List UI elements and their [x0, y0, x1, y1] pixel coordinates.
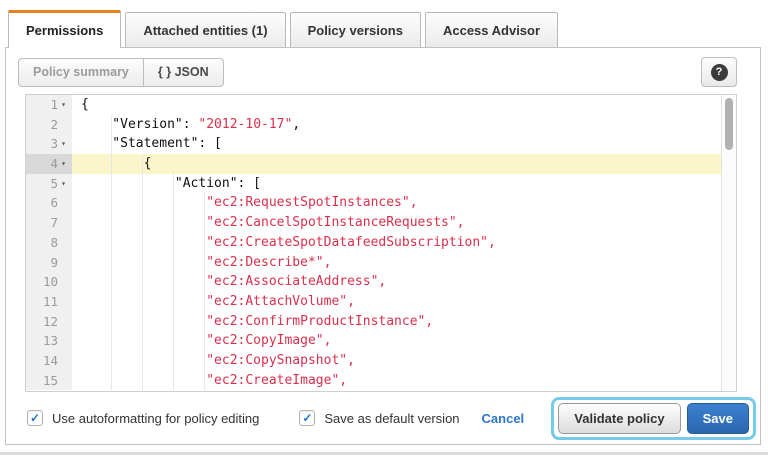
code-line[interactable]: 5▾"Action": [	[26, 174, 736, 194]
code-line-text: "ec2:Describe*",	[72, 253, 736, 273]
line-number[interactable]: 1▾	[26, 95, 72, 115]
line-number[interactable]: 13	[26, 331, 72, 351]
checkbox-checked-icon[interactable]: ✓	[27, 410, 43, 426]
fold-arrow-icon[interactable]: ▾	[58, 95, 69, 115]
code-line-text: "ec2:CopyImage",	[72, 331, 736, 351]
code-line-text: "Statement": [	[72, 134, 736, 154]
autoformat-label: Use autoformatting for policy editing	[52, 411, 259, 426]
fold-arrow-icon[interactable]: ▾	[58, 174, 69, 194]
policy-editor-page: PermissionsAttached entities (1)Policy v…	[0, 0, 768, 460]
tab-bar: PermissionsAttached entities (1)Policy v…	[8, 10, 558, 48]
code-line[interactable]: 14"ec2:CopySnapshot",	[26, 351, 736, 371]
line-number[interactable]: 2	[26, 115, 72, 135]
code-line-text: "ec2:AssociateAddress",	[72, 272, 736, 292]
line-number[interactable]: 15	[26, 371, 72, 391]
code-line-text: "ec2:ConfirmProductInstance",	[72, 312, 736, 332]
checkbox-checked-icon[interactable]: ✓	[299, 410, 315, 426]
tab-attached-entities-1[interactable]: Attached entities (1)	[125, 12, 285, 47]
code-line-text: "ec2:CopySnapshot",	[72, 351, 736, 371]
policy-panel: Policy summary { } JSON ? 1▾{2"Version":…	[5, 47, 761, 445]
code-line-text: "ec2:RequestSpotInstances",	[72, 193, 736, 213]
line-number[interactable]: 14	[26, 351, 72, 371]
tab-permissions[interactable]: Permissions	[8, 10, 121, 48]
line-number[interactable]: 7	[26, 213, 72, 233]
code-line[interactable]: 8"ec2:CreateSpotDatafeedSubscription",	[26, 233, 736, 253]
view-toggle-group: Policy summary { } JSON	[18, 58, 224, 87]
page-divider	[0, 452, 768, 455]
tab-access-advisor[interactable]: Access Advisor	[425, 12, 558, 47]
editor-toolbar: Policy summary { } JSON ?	[6, 48, 760, 94]
line-number[interactable]: 3▾	[26, 134, 72, 154]
line-number[interactable]: 12	[26, 312, 72, 332]
code-line-text: {	[72, 95, 736, 115]
line-number[interactable]: 11	[26, 292, 72, 312]
code-line[interactable]: 6"ec2:RequestSpotInstances",	[26, 193, 736, 213]
autoformat-checkbox-row[interactable]: ✓ Use autoformatting for policy editing	[27, 410, 259, 426]
help-button[interactable]: ?	[701, 57, 737, 87]
validate-policy-button[interactable]: Validate policy	[558, 403, 680, 434]
cancel-link[interactable]: Cancel	[482, 411, 525, 426]
line-number[interactable]: 5▾	[26, 174, 72, 194]
code-line-text: {	[72, 154, 736, 174]
code-line[interactable]: 15"ec2:CreateImage",	[26, 371, 736, 391]
editor-scrollbar[interactable]	[721, 95, 736, 391]
line-number[interactable]: 9	[26, 253, 72, 273]
code-line[interactable]: 4▾{	[26, 154, 736, 174]
tab-policy-versions[interactable]: Policy versions	[290, 12, 421, 47]
fold-arrow-icon[interactable]: ▾	[58, 134, 69, 154]
json-view-button[interactable]: { } JSON	[144, 58, 224, 87]
code-line-text: "ec2:CreateImage",	[72, 371, 736, 391]
question-mark-icon: ?	[711, 64, 728, 81]
line-number[interactable]: 8	[26, 233, 72, 253]
code-line[interactable]: 1▾{	[26, 95, 736, 115]
code-line[interactable]: 2"Version": "2012-10-17",	[26, 115, 736, 135]
code-line[interactable]: 9"ec2:Describe*",	[26, 253, 736, 273]
code-line-text: "ec2:CancelSpotInstanceRequests",	[72, 213, 736, 233]
code-line[interactable]: 13"ec2:CopyImage",	[26, 331, 736, 351]
code-line[interactable]: 11"ec2:AttachVolume",	[26, 292, 736, 312]
code-line-text: "Action": [	[72, 174, 736, 194]
fold-arrow-icon[interactable]: ▾	[58, 154, 69, 174]
default-version-checkbox-row[interactable]: ✓ Save as default version	[299, 410, 459, 426]
code-lines: 1▾{2"Version": "2012-10-17",3▾"Statement…	[26, 95, 736, 390]
code-line-text: "Version": "2012-10-17",	[72, 115, 736, 135]
editor-footer: ✓ Use autoformatting for policy editing …	[6, 392, 760, 444]
line-number[interactable]: 6	[26, 193, 72, 213]
line-number[interactable]: 4▾	[26, 154, 72, 174]
scrollbar-thumb[interactable]	[725, 98, 733, 150]
code-line[interactable]: 12"ec2:ConfirmProductInstance",	[26, 312, 736, 332]
code-line[interactable]: 7"ec2:CancelSpotInstanceRequests",	[26, 213, 736, 233]
save-button[interactable]: Save	[687, 403, 749, 434]
policy-code-editor[interactable]: 1▾{2"Version": "2012-10-17",3▾"Statement…	[25, 94, 737, 392]
default-version-label: Save as default version	[324, 411, 459, 426]
policy-summary-button[interactable]: Policy summary	[18, 58, 144, 87]
action-buttons-focus-group: Validate policy Save	[551, 397, 756, 440]
code-line[interactable]: 10"ec2:AssociateAddress",	[26, 272, 736, 292]
code-line-text: "ec2:CreateSpotDatafeedSubscription",	[72, 233, 736, 253]
code-line[interactable]: 3▾"Statement": [	[26, 134, 736, 154]
code-line-text: "ec2:AttachVolume",	[72, 292, 736, 312]
line-number[interactable]: 10	[26, 272, 72, 292]
